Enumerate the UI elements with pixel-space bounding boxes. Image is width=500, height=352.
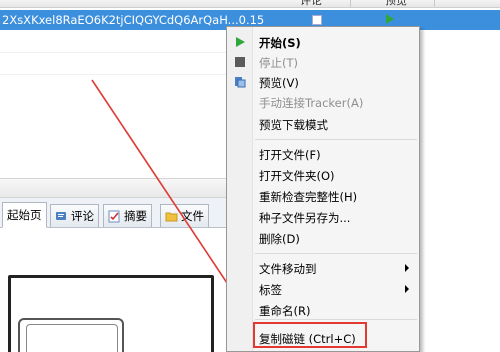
menu-item-preview-download-mode[interactable]: 预览下载模式: [227, 113, 419, 135]
menu-item-start[interactable]: 开始(S): [227, 31, 419, 53]
annotation-highlight-box: [253, 322, 367, 348]
menu-item-label: 开始(S): [259, 36, 301, 50]
menu-separator: [255, 253, 417, 254]
stop-icon: [234, 56, 246, 68]
menu-item-label: 重新检查完整性(H): [259, 190, 358, 204]
menu-item-label: 打开文件(F): [259, 148, 321, 162]
submenu-arrow-icon: [405, 285, 409, 293]
menu-item-connect-tracker[interactable]: 手动连接Tracker(A): [227, 91, 419, 113]
menu-item-preview[interactable]: 预览(V): [227, 71, 419, 93]
menu-item-label: 打开文件夹(O): [259, 169, 335, 183]
menu-item-recheck-integrity[interactable]: 重新检查完整性(H): [227, 185, 419, 207]
context-menu: 开始(S) 停止(T) 预览(V) 手动连接Tracker(A) 预览下载模式 …: [226, 26, 420, 352]
menu-item-label: 重命名(R): [259, 304, 311, 318]
menu-item-open-folder[interactable]: 打开文件夹(O): [227, 164, 419, 186]
submenu-arrow-icon: [405, 264, 409, 272]
menu-item-rename[interactable]: 重命名(R): [227, 299, 419, 321]
menu-separator: [255, 139, 417, 140]
play-icon: [234, 36, 246, 48]
menu-item-move-files-to[interactable]: 文件移动到: [227, 257, 419, 279]
menu-item-label: 文件移动到: [259, 262, 317, 276]
menu-item-label: 种子文件另存为...: [259, 211, 351, 225]
menu-item-stop[interactable]: 停止(T): [227, 51, 419, 73]
menu-item-save-torrent-as[interactable]: 种子文件另存为...: [227, 206, 419, 228]
menu-item-labels[interactable]: 标签: [227, 278, 419, 300]
menu-item-label: 预览(V): [259, 76, 299, 90]
menu-item-label: 停止(T): [259, 56, 298, 70]
preview-icon: [234, 76, 246, 88]
menu-item-label: 删除(D): [259, 232, 300, 246]
menu-item-open-file[interactable]: 打开文件(F): [227, 143, 419, 165]
menu-separator: [255, 319, 417, 320]
menu-item-label: 预览下载模式: [259, 118, 328, 132]
menu-item-label: 手动连接Tracker(A): [259, 96, 364, 110]
menu-item-label: 标签: [259, 283, 282, 297]
menu-item-delete[interactable]: 删除(D): [227, 227, 419, 249]
